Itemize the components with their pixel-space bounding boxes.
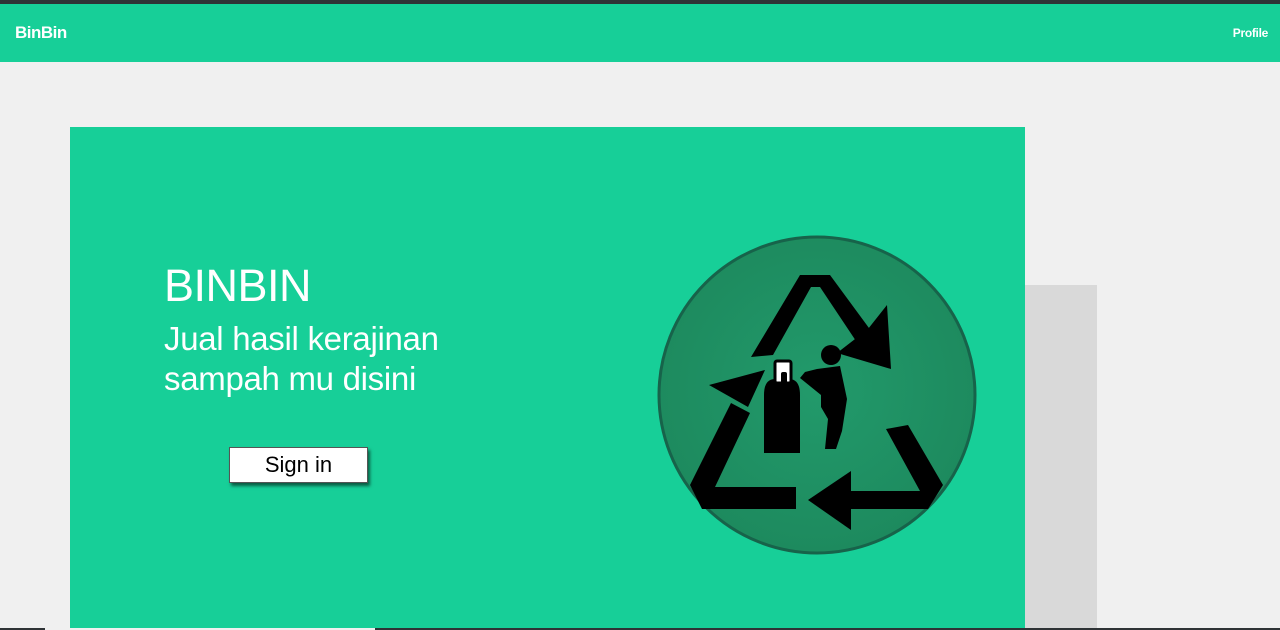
hero-banner: BINBIN Jual hasil kerajinan sampah mu di…	[70, 127, 1025, 630]
hero-subtitle: Jual hasil kerajinan sampah mu disini	[164, 320, 439, 397]
brand-logo[interactable]: BinBin	[15, 23, 67, 43]
side-panel	[1025, 285, 1097, 630]
sign-in-button[interactable]: Sign in	[229, 447, 368, 483]
recycle-icon	[657, 235, 977, 555]
navbar: BinBin Profile	[0, 4, 1280, 62]
profile-link[interactable]: Profile	[1233, 26, 1269, 40]
hero-title: BINBIN	[164, 260, 312, 311]
